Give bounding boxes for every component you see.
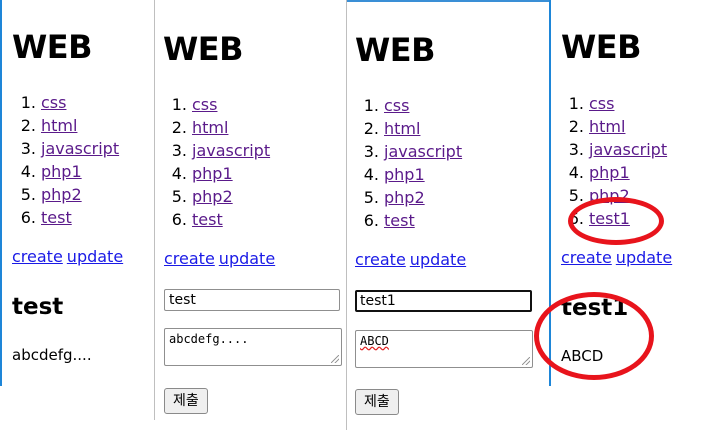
annotation-circle-nav <box>568 197 664 245</box>
nav-item: 5. php2 <box>363 188 425 207</box>
title-input[interactable]: test <box>164 289 340 311</box>
nav-link-javascript[interactable]: javascript <box>384 142 462 161</box>
nav-item: 4. php1 <box>363 165 425 184</box>
page-heading: test <box>12 294 64 320</box>
action-links: create update <box>12 247 127 266</box>
nav-item: 3. javascript <box>171 141 271 160</box>
description-textarea[interactable]: abcdefg.... <box>164 328 342 366</box>
nav-item: 6. test <box>20 208 72 227</box>
nav-link-css[interactable]: css <box>41 93 66 112</box>
site-title: WEB <box>163 30 244 68</box>
nav-link-css[interactable]: css <box>589 94 614 113</box>
nav-item: 6. test <box>363 211 415 230</box>
nav-list: 1. css 2. html 3. javascript 4. php1 5. php2 … <box>167 93 270 231</box>
nav-link-test[interactable]: test <box>41 208 72 227</box>
nav-item: 4. php1 <box>568 163 630 182</box>
update-form-edited-view: WEB 1. css 2. html 3. javascript 4. php1 5. p… <box>347 0 549 430</box>
description-text: abcdefg.... <box>169 332 249 346</box>
nav-link-css[interactable]: css <box>192 95 217 114</box>
nav-item: 2. html <box>20 116 78 135</box>
nav-link-php2[interactable]: php2 <box>192 187 233 206</box>
nav-item: 2. html <box>171 118 229 137</box>
nav-list: 1. css 2. html 3. javascript 4. php1 5. php2 … <box>359 94 462 232</box>
nav-item: 4. php1 <box>20 162 82 181</box>
nav-link-test[interactable]: test <box>192 210 223 229</box>
create-link[interactable]: create <box>164 249 215 268</box>
nav-link-html[interactable]: html <box>384 119 420 138</box>
nav-list: 1. css 2. html 3. javascript 4. php1 5. php2 … <box>16 91 119 229</box>
nav-link-javascript[interactable]: javascript <box>589 140 667 159</box>
nav-link-php1[interactable]: php1 <box>192 164 233 183</box>
description-text: ABCD <box>360 334 389 348</box>
action-links: create update <box>561 248 676 267</box>
resize-grip-icon[interactable] <box>522 357 530 365</box>
nav-link-javascript[interactable]: javascript <box>192 141 270 160</box>
create-link[interactable]: create <box>12 247 63 266</box>
update-form-view: WEB 1. css 2. html 3. javascript 4. php1 5. p… <box>155 0 345 420</box>
nav-link-php1[interactable]: php1 <box>41 162 82 181</box>
nav-item: 1. css <box>363 96 410 115</box>
create-link[interactable]: create <box>355 250 406 269</box>
update-link[interactable]: update <box>616 248 672 267</box>
update-link[interactable]: update <box>410 250 466 269</box>
nav-item: 2. html <box>568 117 626 136</box>
nav-link-php2[interactable]: php2 <box>384 188 425 207</box>
page-description: abcdefg.... <box>12 346 92 364</box>
site-title: WEB <box>12 28 93 66</box>
site-title: WEB <box>561 28 642 66</box>
title-input[interactable]: test1 <box>355 290 532 312</box>
nav-link-html[interactable]: html <box>589 117 625 136</box>
nav-item: 3. javascript <box>363 142 463 161</box>
action-links: create update <box>164 249 279 268</box>
create-link[interactable]: create <box>561 248 612 267</box>
nav-item: 1. css <box>568 94 615 113</box>
nav-link-php1[interactable]: php1 <box>589 163 630 182</box>
update-link[interactable]: update <box>219 249 275 268</box>
nav-link-javascript[interactable]: javascript <box>41 139 119 158</box>
nav-link-html[interactable]: html <box>192 118 228 137</box>
resize-grip-icon[interactable] <box>331 355 339 363</box>
submit-button[interactable]: 제출 <box>164 388 208 414</box>
nav-item: 3. javascript <box>20 139 120 158</box>
nav-item: 3. javascript <box>568 140 668 159</box>
nav-link-php1[interactable]: php1 <box>384 165 425 184</box>
update-link[interactable]: update <box>67 247 123 266</box>
nav-item: 4. php1 <box>171 164 233 183</box>
nav-link-test[interactable]: test <box>384 211 415 230</box>
description-textarea[interactable]: ABCD <box>355 330 533 368</box>
nav-item: 6. test <box>171 210 223 229</box>
annotation-circle-content <box>534 292 654 380</box>
nav-item: 2. html <box>363 119 421 138</box>
action-links: create update <box>355 250 470 269</box>
nav-item: 1. css <box>20 93 67 112</box>
nav-item: 5. php2 <box>20 185 82 204</box>
site-title: WEB <box>355 31 436 69</box>
nav-item: 1. css <box>171 95 218 114</box>
nav-link-html[interactable]: html <box>41 116 77 135</box>
nav-link-css[interactable]: css <box>384 96 409 115</box>
page-view-test: WEB 1. css 2. html 3. javascript 4. php1 5. p… <box>2 0 152 386</box>
submit-button[interactable]: 제출 <box>355 389 399 415</box>
nav-link-php2[interactable]: php2 <box>41 185 82 204</box>
nav-item: 5. php2 <box>171 187 233 206</box>
